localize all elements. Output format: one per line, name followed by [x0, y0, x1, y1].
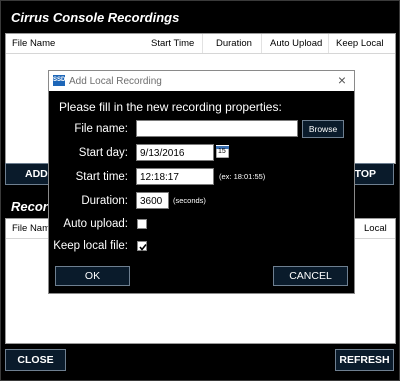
- close-icon[interactable]: ×: [338, 72, 346, 88]
- keep-local-label: Keep local file:: [53, 240, 128, 252]
- calendar-icon[interactable]: 15: [215, 145, 230, 159]
- close-button[interactable]: CLOSE: [5, 349, 66, 371]
- browse-button[interactable]: Browse: [302, 120, 344, 138]
- auto-upload-checkbox[interactable]: [137, 219, 147, 229]
- cancel-button[interactable]: CANCEL: [273, 266, 348, 286]
- dialog-title: Add Local Recording: [69, 76, 162, 87]
- app-icon: SSD: [53, 75, 65, 86]
- dialog-prompt: Please fill in the new recording propert…: [59, 100, 282, 114]
- recordings-table-header: File Name Start Time Duration Auto Uploa…: [6, 34, 395, 54]
- auto-upload-label: Auto upload:: [63, 218, 128, 230]
- start-time-input[interactable]: 12:18:17: [136, 168, 214, 185]
- duration-input[interactable]: 3600: [136, 192, 169, 209]
- dialog-titlebar[interactable]: SSD Add Local Recording ×: [49, 71, 354, 91]
- column-auto-upload[interactable]: Auto Upload: [270, 38, 322, 49]
- ok-button[interactable]: OK: [55, 266, 130, 286]
- start-day-input[interactable]: 9/13/2016: [136, 144, 214, 161]
- checkmark-icon: [139, 244, 147, 251]
- refresh-button[interactable]: REFRESH: [335, 349, 394, 371]
- app-title: Cirrus Console Recordings: [11, 10, 180, 25]
- column-file-name[interactable]: File Name: [12, 38, 55, 49]
- column-keep-local[interactable]: Keep Local: [336, 38, 384, 49]
- calendar-day: 15: [218, 148, 226, 155]
- add-local-recording-dialog: SSD Add Local Recording × Please fill in…: [48, 70, 355, 294]
- column-keep-local[interactable]: Local: [364, 223, 387, 234]
- keep-local-checkbox[interactable]: [137, 241, 147, 251]
- file-name-input[interactable]: [136, 120, 298, 137]
- column-duration[interactable]: Duration: [216, 38, 252, 49]
- start-day-label: Start day:: [78, 147, 128, 159]
- file-name-label: File name:: [74, 123, 128, 135]
- duration-hint: (seconds): [173, 196, 206, 205]
- start-time-label: Start time:: [75, 171, 128, 183]
- start-time-hint: (ex: 18:01:55): [219, 172, 266, 181]
- duration-label: Duration:: [81, 195, 128, 207]
- column-start-time[interactable]: Start Time: [151, 38, 194, 49]
